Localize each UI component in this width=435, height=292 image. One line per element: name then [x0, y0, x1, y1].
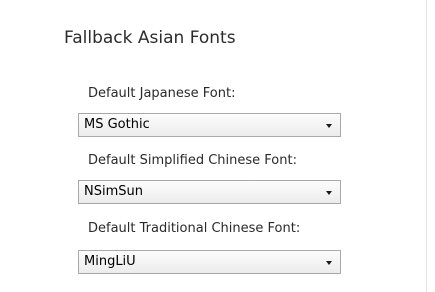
section-title: Fallback Asian Fonts: [64, 28, 236, 48]
traditional-chinese-font-selected-value: MingLiU: [84, 254, 136, 269]
japanese-font-selected-value: MS Gothic: [84, 117, 150, 132]
chevron-down-icon: [326, 261, 332, 265]
japanese-font-dropdown[interactable]: MS Gothic: [78, 113, 341, 137]
japanese-font-label: Default Japanese Font:: [88, 86, 236, 101]
traditional-chinese-font-label: Default Traditional Chinese Font:: [88, 221, 301, 236]
chevron-down-icon: [326, 191, 332, 195]
traditional-chinese-font-dropdown[interactable]: MingLiU: [78, 250, 341, 274]
simplified-chinese-font-label: Default Simplified Chinese Font:: [88, 153, 297, 168]
simplified-chinese-font-selected-value: NSimSun: [84, 184, 143, 199]
chevron-down-icon: [326, 124, 332, 128]
fallback-asian-fonts-panel: Fallback Asian Fonts Default Japanese Fo…: [0, 0, 427, 292]
simplified-chinese-font-dropdown[interactable]: NSimSun: [78, 180, 341, 204]
